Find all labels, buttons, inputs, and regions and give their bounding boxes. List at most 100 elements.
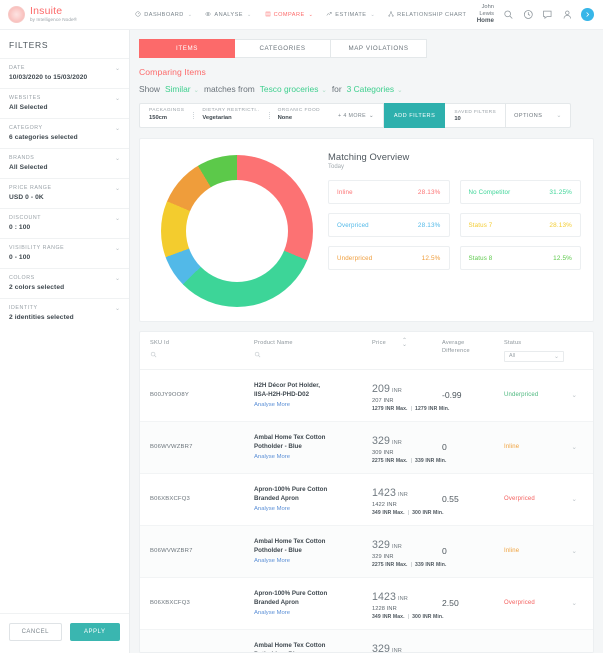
nav-item-label: ANALYSE [214,11,243,18]
tab-items[interactable]: ITEMS [139,39,235,58]
chevron-down-icon[interactable]: ⌄ [115,96,120,102]
chevron-down-icon: ⌄ [369,112,374,119]
chevron-down-icon[interactable]: ⌄ [572,547,577,555]
nav-item-estimate[interactable]: ESTIMATE ⌄ [326,11,375,19]
search-icon[interactable] [503,9,514,20]
filter-row-discount[interactable]: DISCOUNT 0 : 100 ⌄ [0,208,129,238]
chat-icon[interactable] [542,9,553,20]
analyse-more-link[interactable]: Analyse More [254,558,372,564]
cell-product: H2H Décor Pot Holder, IISA-H2H-PHD-D02 Ana… [254,382,372,409]
tab-map-violations[interactable]: MAP VIOLATIONS [331,39,427,58]
cell-sku: B06WVWZBR7 [150,444,193,451]
analyse-more-link[interactable]: Analyse More [254,506,372,512]
stat-status-7[interactable]: Status 7 28.13% [459,213,581,237]
chevron-down-icon[interactable]: ⌄ [115,216,120,222]
filter-chip-packagings[interactable]: PACKAGINGS 150cm [140,108,193,122]
chevron-down-icon[interactable]: ⌄ [115,306,120,312]
tab-label: CATEGORIES [259,45,306,52]
saved-filters-button[interactable]: SAVED FILTERS 10 [445,103,507,128]
chevron-down-icon[interactable]: ⌄ [572,495,577,503]
price-secondary: 207 INR [372,397,394,404]
cell-average-difference: -0.99 [442,390,462,401]
filter-row-category[interactable]: CATEGORY 6 categories selected ⌄ [0,118,129,148]
search-icon[interactable] [150,351,157,358]
chevron-down-icon[interactable]: ⌄ [115,66,120,72]
chip-key: PACKAGINGS [149,108,185,114]
cell-status: Overpriced ⌄ [504,599,583,607]
items-table: SKU Id Product Name Price ⌃ ⌄ Average Di… [139,331,594,653]
chip-key: ORGANIC FOOD [277,108,320,114]
analyse-more-link[interactable]: Analyse More [254,402,372,408]
chevron-down-icon[interactable]: ⌄ [572,599,577,607]
table-row[interactable]: B06XBXCFQ3 Apron-100% Pure Cotton Branded … [140,578,593,630]
source-dropdown[interactable]: Tesco groceries ⌄ [260,84,327,94]
history-icon[interactable] [523,9,534,20]
filter-row-brands[interactable]: BRANDS All Selected ⌄ [0,148,129,178]
stat-inline[interactable]: Inline 28.13% [328,180,450,204]
filter-label: VISIBILITY RANGE [9,245,65,251]
stat-label: Inline [337,188,353,196]
options-dropdown[interactable]: OPTIONS ⌄ [506,103,571,128]
matching-overview-card: Matching Overview Today Inline 28.13% No C… [139,138,594,322]
nav-item-compare[interactable]: COMPARE ⌄ [265,11,314,19]
price-primary: 329 INR [372,431,442,449]
analyse-more-link[interactable]: Analyse More [254,610,372,616]
chevron-down-icon[interactable]: ⌄ [115,126,120,132]
cell-product: Ambal Home Tex CottonPotholder - Blue Ana… [254,434,372,461]
search-icon[interactable] [254,351,261,358]
price-min: 300 INR Min. [412,613,444,620]
eye-icon [205,11,212,19]
chip-value: 150cm [149,115,168,122]
nav-item-relationship-chart[interactable]: RELATIONSHIP CHART [388,10,466,19]
chevron-down-icon: ⌄ [553,353,559,360]
filter-row-identity[interactable]: IDENTITY 2 identities selected ⌄ [0,298,129,328]
sort-icon[interactable]: ⌃ ⌄ [402,338,407,347]
filter-row-price-range[interactable]: PRICE RANGE USD 0 - 0K ⌄ [0,178,129,208]
filter-chip-dietary-restricti[interactable]: DIETARY RESTRICTI.. Vegetarian [193,108,268,122]
filter-row-date[interactable]: DATE 10/03/2020 to 15/03/2020 ⌄ [0,58,129,88]
nav-item-analyse[interactable]: ANALYSE ⌄ [205,11,251,19]
cancel-button[interactable]: CANCEL [9,623,62,641]
table-row[interactable]: B06WVWZBR7 Ambal Home Tex CottonPotholder… [140,421,593,474]
cell-sku: B06WVWZBR7 [150,548,193,555]
chevron-down-icon[interactable]: ⌄ [572,391,577,399]
chevron-down-icon[interactable]: ⌄ [115,276,120,282]
stat-underpriced[interactable]: Underpriced 12.5% [328,246,450,270]
status-filter-select[interactable]: All ⌄ [504,350,564,362]
cell-average-difference: 2.50 [442,598,459,609]
price-range: 2275 INR Max. | 339 INR Min. [372,457,447,464]
user-icon[interactable] [562,9,573,20]
tab-categories[interactable]: CATEGORIES [235,39,331,58]
arrow-right-icon[interactable] [581,8,594,21]
filter-row-visibility-range[interactable]: VISIBILITY RANGE 0 - 100 ⌄ [0,238,129,268]
account-label[interactable]: John Lewis Home [466,4,494,24]
chevron-down-icon[interactable]: ⌄ [115,156,120,162]
chevron-down-icon[interactable]: ⌄ [115,186,120,192]
brand-logo[interactable]: Insuite by Intelligence Node® [0,6,127,23]
filter-row-colors[interactable]: COLORS 2 colors selected ⌄ [0,268,129,298]
nav-item-dashboard[interactable]: DASHBOARD ⌄ [135,11,192,19]
price-secondary: 1422 INR [372,501,397,508]
price-max: 349 INR Max. [372,613,405,620]
analyse-more-link[interactable]: Analyse More [254,454,372,460]
stat-no-competitor[interactable]: No Competitor 31.25% [459,180,581,204]
table-row[interactable]: B06WVWZBR7Ambal Home Tex CottonPotholder… [140,629,593,653]
match-type-dropdown[interactable]: Similar ⌄ [165,84,199,94]
categories-dropdown[interactable]: 3 Categories ⌄ [347,84,403,94]
overview-stats: Inline 28.13% No Competitor 31.25% Overprice… [328,180,581,270]
table-row[interactable]: B06XBXCFQ3 Apron-100% Pure Cotton Branded … [140,474,593,526]
chip-value: Vegetarian [202,115,232,122]
chevron-down-icon[interactable]: ⌄ [572,443,577,451]
price-primary: 329 INR [372,639,442,653]
table-row[interactable]: B00JY9OO8Y H2H Décor Pot Holder, IISA-H2H-… [140,370,593,422]
table-row[interactable]: B06WVWZBR7Ambal Home Tex CottonPotholder… [140,525,593,578]
apply-button[interactable]: APPLY [69,623,120,641]
add-filters-button[interactable]: ADD FILTERS [383,103,446,128]
stat-overpriced[interactable]: Overpriced 28.13% [328,213,450,237]
price-amount: 329 [372,642,390,653]
filter-chip-organic-food[interactable]: ORGANIC FOOD None [268,108,329,122]
stat-status-8[interactable]: Status 8 12.5% [459,246,581,270]
more-filters-button[interactable]: + 4 MORE ⌄ [329,113,383,119]
filter-row-websites[interactable]: WEBSITES All Selected ⌄ [0,88,129,118]
chevron-down-icon[interactable]: ⌄ [115,246,120,252]
